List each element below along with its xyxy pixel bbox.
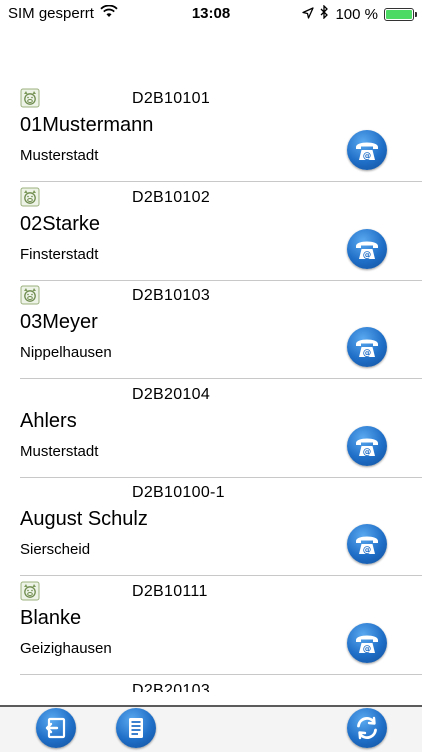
refresh-icon: [357, 716, 377, 740]
row-divider: [20, 181, 422, 182]
svg-text:@: @: [363, 349, 372, 359]
customer-city: Geizighausen: [20, 640, 112, 657]
customer-city: Nippelhausen: [20, 344, 112, 361]
row-divider: [20, 378, 422, 379]
pig-icon: [20, 285, 40, 305]
pig-icon: [20, 581, 40, 601]
contact-button[interactable]: @: [347, 327, 387, 367]
customer-code: D2B20104: [132, 386, 211, 403]
customer-row[interactable]: D2B10103 03Meyer Nippelhausen @: [0, 281, 422, 379]
bottom-toolbar: [0, 705, 422, 752]
customer-row[interactable]: D2B20103: [0, 676, 422, 692]
battery-icon: [384, 7, 417, 21]
customer-code: D2B20103: [132, 682, 211, 692]
logout-icon: [45, 717, 66, 739]
customer-name: August Schulz: [20, 508, 148, 530]
customer-city: Musterstadt: [20, 147, 99, 164]
customer-name: Ahlers: [20, 410, 77, 432]
svg-text:@: @: [363, 251, 372, 261]
refresh-button[interactable]: [347, 708, 387, 748]
contact-button[interactable]: @: [347, 229, 387, 269]
customer-city: Musterstadt: [20, 443, 99, 460]
phone-icon: @: [347, 635, 387, 667]
customer-code: D2B10111: [132, 583, 208, 600]
document-list-icon: [129, 718, 143, 738]
customer-name: 01Mustermann: [20, 114, 154, 136]
customer-code: D2B10100-1: [132, 484, 225, 501]
customer-city: Finsterstadt: [20, 246, 99, 263]
customer-row[interactable]: D2B10100-1 August Schulz Sierscheid @: [0, 478, 422, 576]
pig-icon: [20, 187, 40, 207]
battery-label: 100 %: [335, 5, 378, 23]
customer-code: D2B10103: [132, 287, 211, 304]
customer-city: Sierscheid: [20, 541, 91, 558]
contact-button[interactable]: @: [347, 623, 387, 663]
svg-text:@: @: [363, 448, 372, 458]
customer-name: 03Meyer: [20, 311, 98, 333]
customer-name: 02Starke: [20, 213, 101, 235]
phone-icon: @: [347, 339, 387, 371]
logout-button[interactable]: [36, 708, 76, 748]
customer-name: Blanke: [20, 607, 82, 629]
phone-icon: @: [347, 536, 387, 568]
phone-icon: @: [347, 142, 387, 174]
phone-icon: @: [347, 438, 387, 470]
customer-list[interactable]: D2B10101 01Mustermann Musterstadt @ D2B10102…: [0, 84, 422, 692]
location-icon: [302, 6, 315, 23]
svg-text:@: @: [363, 645, 372, 655]
customer-code: D2B10101: [132, 90, 211, 107]
svg-text:@: @: [363, 546, 372, 556]
customer-row[interactable]: D2B10102 02Starke Finsterstadt @: [0, 183, 422, 281]
row-divider: [20, 674, 422, 675]
contact-button[interactable]: @: [347, 524, 387, 564]
status-bar: SIM gesperrt 13:08 100 %: [0, 0, 422, 28]
contact-button[interactable]: @: [347, 426, 387, 466]
customer-row[interactable]: D2B20104 Ahlers Musterstadt @: [0, 380, 422, 478]
customer-row[interactable]: D2B10101 01Mustermann Musterstadt @: [0, 84, 422, 182]
contact-button[interactable]: @: [347, 130, 387, 170]
pig-icon: [20, 88, 40, 108]
customer-code: D2B10102: [132, 189, 211, 206]
customer-row[interactable]: D2B10111 Blanke Geizighausen @: [0, 577, 422, 675]
bluetooth-icon: [320, 4, 329, 23]
document-list-button[interactable]: [116, 708, 156, 748]
phone-icon: @: [347, 241, 387, 273]
row-divider: [20, 575, 422, 576]
svg-text:@: @: [363, 152, 372, 162]
